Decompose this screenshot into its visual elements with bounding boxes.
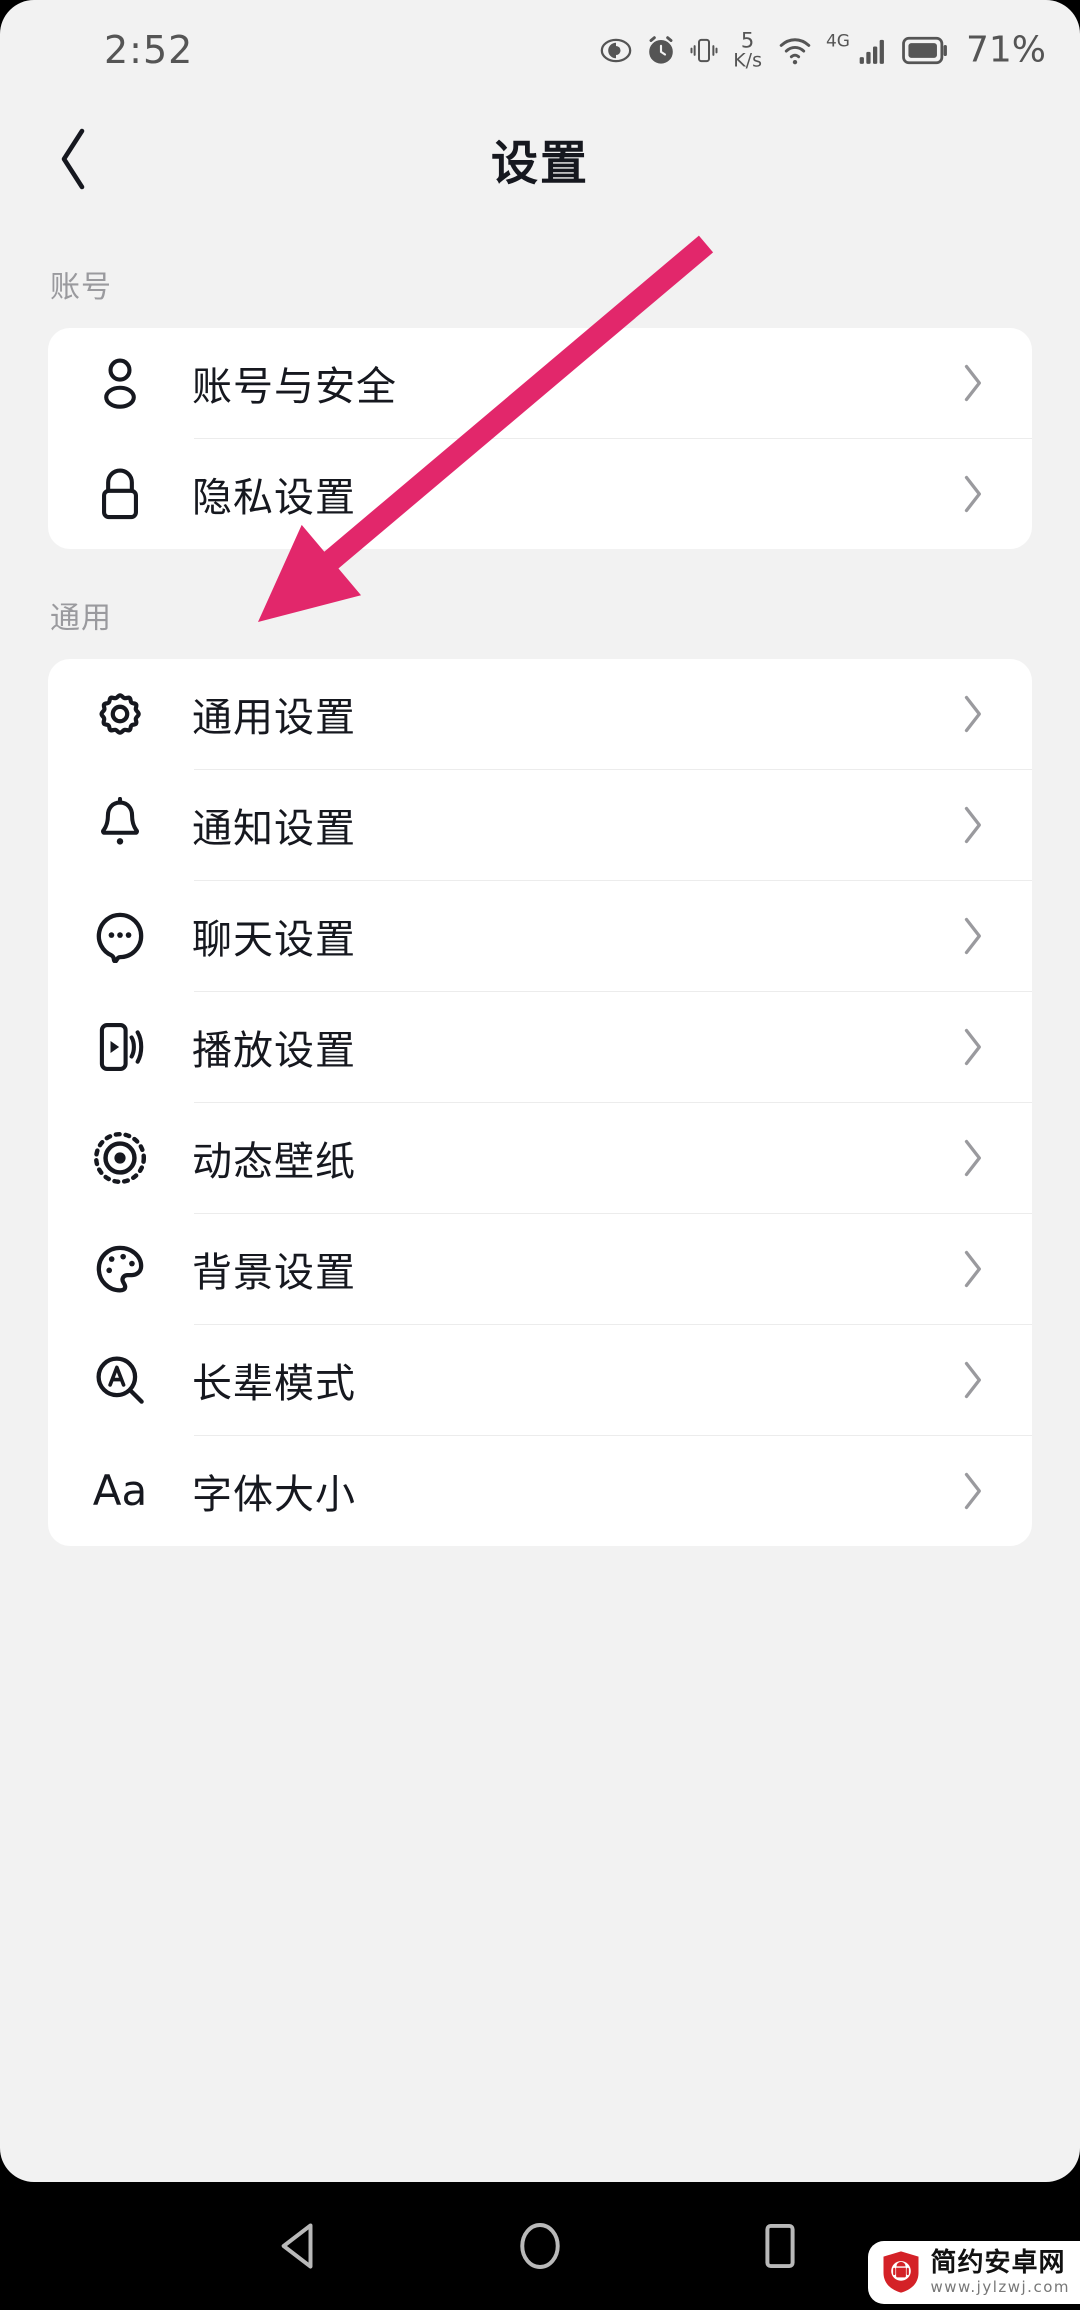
app-surface: 2:52 5 K/s 4G 71% 设置 账号 账号与安全 隐私设置 通用 通用… [0,0,1080,2182]
settings-row-label: 字体大小 [192,1472,356,1518]
network-speed-unit: K/s [733,49,762,71]
font-size-icon: Aa [92,1466,148,1515]
vibrate-icon [689,34,719,66]
settings-row-account-security[interactable]: 账号与安全 [48,328,1032,438]
section-label-general: 通用 [50,601,112,636]
chevron-right-icon [952,1249,992,1289]
settings-row-font-size[interactable]: Aa 字体大小 [48,1436,1032,1546]
mobile-network-label: 4G [825,31,850,52]
settings-row-label: 动态壁纸 [192,1139,356,1185]
settings-row-label: 账号与安全 [192,364,397,410]
settings-row-label: 长辈模式 [192,1361,356,1407]
cellular-signal-icon [856,34,890,66]
wifi-icon [776,34,814,66]
network-speed-value: 5 [740,28,755,52]
eye-icon [599,33,633,67]
page-header: 设置 [0,100,1080,218]
nav-recents-button[interactable] [735,2201,825,2291]
status-bar: 2:52 5 K/s 4G 71% [0,0,1080,100]
android-shield-logo-icon [880,2249,922,2295]
settings-row-label: 聊天设置 [192,917,356,963]
home-circle-icon [520,2223,560,2269]
settings-card-account: 账号与安全 隐私设置 [48,328,1032,549]
palette-icon [90,1239,150,1299]
chevron-right-icon [952,1027,992,1067]
settings-row-label: 隐私设置 [192,475,356,521]
bell-icon [90,795,150,855]
settings-row-label: 通知设置 [192,806,356,852]
settings-card-general: 通用设置 通知设置 聊天设置 播放设置 动态壁纸 背景设置 长辈模式 Aa 字体… [48,659,1032,1546]
phone-screen: 2:52 5 K/s 4G 71% 设置 账号 账号与安全 隐私设置 通用 通用… [0,0,1080,2310]
settings-row-live-wallpaper[interactable]: 动态壁纸 [48,1103,1032,1213]
section-label-account: 账号 [50,270,112,305]
settings-row-chat-settings[interactable]: 聊天设置 [48,881,1032,991]
watermark-text: 简约安卓网 www.jylzwj.com [930,2247,1070,2296]
settings-content: 账号 账号与安全 隐私设置 通用 通用设置 通知设置 聊天设置 播放设置 动态壁… [0,218,1080,1546]
chevron-right-icon [952,363,992,403]
watermark-site-name: 简约安卓网 [930,2247,1066,2278]
settings-row-background-settings[interactable]: 背景设置 [48,1214,1032,1324]
person-icon [90,353,150,413]
chevron-right-icon [952,474,992,514]
settings-row-privacy[interactable]: 隐私设置 [48,439,1032,549]
chevron-right-icon [952,805,992,845]
settings-row-label: 背景设置 [192,1250,356,1296]
nav-back-button[interactable] [255,2201,345,2291]
gear-icon [90,684,150,744]
settings-row-general-settings[interactable]: 通用设置 [48,659,1032,769]
play-phone-icon [90,1017,150,1077]
back-triangle-icon [281,2223,313,2269]
settings-row-notification-settings[interactable]: 通知设置 [48,770,1032,880]
network-speed-indicator: 5 K/s [733,30,762,70]
lock-icon [90,464,150,524]
settings-row-playback-settings[interactable]: 播放设置 [48,992,1032,1102]
chevron-right-icon [952,694,992,734]
recents-square-icon [765,2223,795,2269]
settings-row-label: 通用设置 [192,695,356,741]
settings-row-elder-mode[interactable]: 长辈模式 [48,1325,1032,1435]
magnifier-a-icon [90,1350,150,1410]
nav-home-button[interactable] [495,2201,585,2291]
page-title: 设置 [491,136,589,192]
watermark-site-url: www.jylzwj.com [930,2277,1070,2296]
live-wallpaper-icon [90,1128,150,1188]
site-watermark: 简约安卓网 www.jylzwj.com [868,2240,1080,2304]
chevron-right-icon [952,1360,992,1400]
chevron-right-icon [952,916,992,956]
status-bar-clock: 2:52 [104,28,194,72]
chevron-right-icon [952,1138,992,1178]
chat-bubble-icon [90,906,150,966]
alarm-icon [645,34,677,66]
battery-icon [902,35,948,65]
battery-percent-label: 71% [965,29,1046,71]
chevron-right-icon [952,1471,992,1511]
status-bar-icons: 5 K/s 4G 71% [599,30,1046,71]
settings-row-label: 播放设置 [192,1028,356,1074]
